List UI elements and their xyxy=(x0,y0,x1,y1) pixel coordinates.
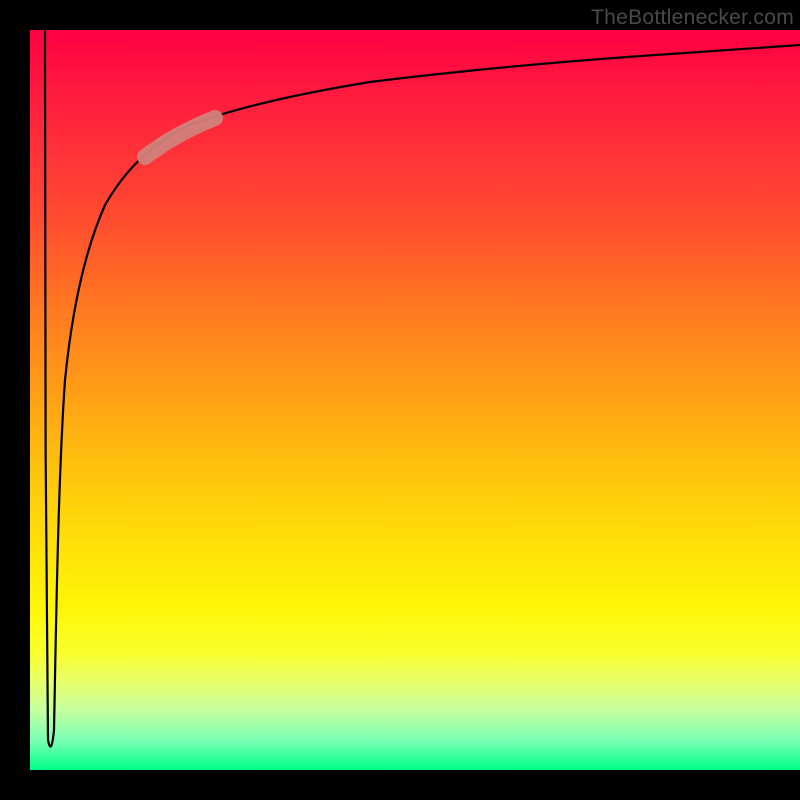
watermark-text: TheBottlenecker.com xyxy=(591,6,794,30)
bottleneck-curve xyxy=(45,30,800,747)
plot-area xyxy=(30,30,800,770)
curve-svg xyxy=(30,30,800,770)
highlight-segment xyxy=(145,118,215,157)
chart-container: TheBottlenecker.com xyxy=(0,0,800,800)
